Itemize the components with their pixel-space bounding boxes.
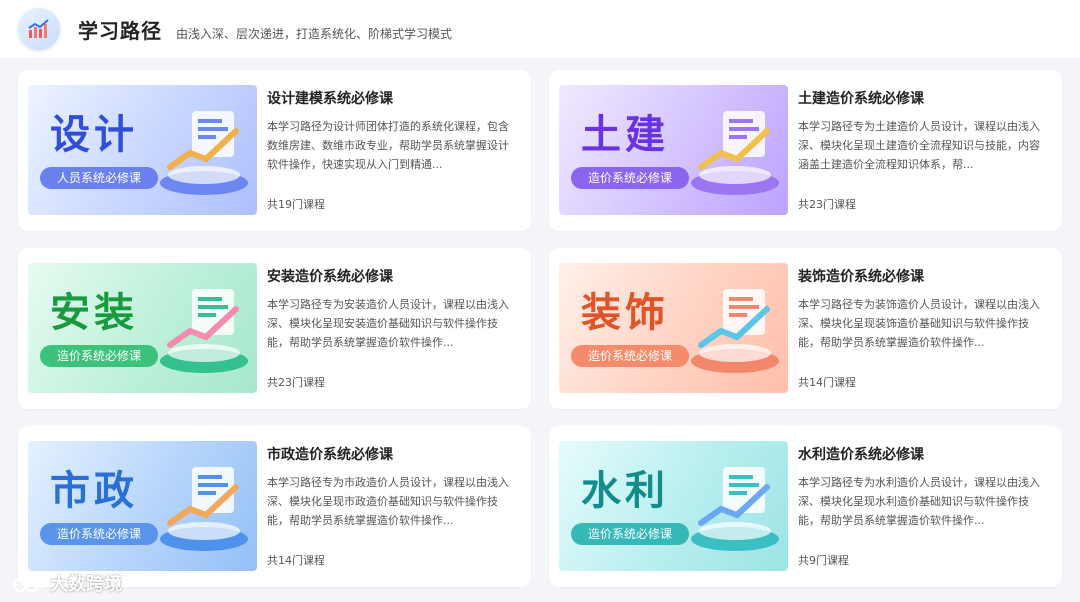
thumbnail-big-text: 设计 <box>50 112 138 158</box>
thumbnail-tag: 造价系统必修课 <box>40 345 158 367</box>
course-count: 共23门课程 <box>267 376 325 389</box>
chart-podium-icon <box>691 289 779 373</box>
course-count: 共14门课程 <box>798 376 856 389</box>
thumbnail-tag: 造价系统必修课 <box>571 523 689 545</box>
page-title: 学习路径 <box>78 19 162 43</box>
course-title[interactable]: 水利造价系统必修课 <box>798 444 924 464</box>
watermark-text: 大数跨境 <box>50 574 122 595</box>
course-title[interactable]: 装饰造价系统必修课 <box>798 266 924 286</box>
brand-logo-icon <box>13 578 44 592</box>
page-subtitle: 由浅入深、层次递进，打造系统化、阶梯式学习模式 <box>176 27 453 41</box>
thumbnail-big-text: 安装 <box>50 290 138 336</box>
course-card-water[interactable]: 水利 造价系统必修课 水利造价系统必修课 本学习路径专为水利造价人员设计，课程以… <box>549 426 1062 587</box>
course-card-municipal[interactable]: 市政 造价系统必修课 市政造价系统必修课 本学习路径专为市政造价人员设计，课程以… <box>18 426 531 587</box>
course-description: 本学习路径专为安装造价人员设计，课程以由浅入深、模块化呈现安装造价基础知识与软件… <box>267 298 509 349</box>
course-count: 共9门课程 <box>798 554 849 567</box>
course-count: 共19门课程 <box>267 198 325 211</box>
course-description: 本学习路径专为土建造价人员设计，课程以由浅入深、模块化呈现土建造价全流程知识与技… <box>798 120 1040 171</box>
course-card-design[interactable]: 设计 人员系统必修课 设计建模系统必修课 本学习路径为设计师团体打造的系统化课程… <box>18 70 531 231</box>
course-card-civil[interactable]: 土建 造价系统必修课 土建造价系统必修课 本学习路径专为土建造价人员设计，课程以… <box>549 70 1062 231</box>
page-header: 学习路径 由浅入深、层次递进，打造系统化、阶梯式学习模式 <box>0 0 1080 58</box>
course-title[interactable]: 市政造价系统必修课 <box>267 444 393 464</box>
thumbnail-tag: 人员系统必修课 <box>40 167 158 189</box>
course-description: 本学习路径专为市政造价人员设计，课程以由浅入深、模块化呈现市政造价基础知识与软件… <box>267 476 509 527</box>
course-thumbnail[interactable]: 装饰 造价系统必修课 <box>559 263 788 393</box>
thumbnail-big-text: 水利 <box>581 468 669 514</box>
course-thumbnail[interactable]: 市政 造价系统必修课 <box>28 441 257 571</box>
course-title[interactable]: 安装造价系统必修课 <box>267 266 393 286</box>
course-thumbnail[interactable]: 设计 人员系统必修课 <box>28 85 257 215</box>
chart-podium-icon <box>160 111 248 195</box>
chart-podium-icon <box>691 111 779 195</box>
thumbnail-big-text: 市政 <box>50 468 138 514</box>
course-title[interactable]: 设计建模系统必修课 <box>267 88 393 108</box>
course-count: 共23门课程 <box>798 198 856 211</box>
chart-podium-icon <box>691 467 779 551</box>
course-title[interactable]: 土建造价系统必修课 <box>798 88 924 108</box>
thumbnail-tag: 造价系统必修课 <box>571 345 689 367</box>
course-count: 共14门课程 <box>267 554 325 567</box>
thumbnail-tag: 造价系统必修课 <box>571 167 689 189</box>
chart-podium-icon <box>160 289 248 373</box>
watermark: 大数跨境 <box>12 570 122 596</box>
course-description: 本学习路径专为水利造价人员设计，课程以由浅入深、模块化呈现水利造价基础知识与软件… <box>798 476 1040 527</box>
thumbnail-big-text: 土建 <box>581 112 669 158</box>
course-card-installation[interactable]: 安装 造价系统必修课 安装造价系统必修课 本学习路径专为安装造价人员设计，课程以… <box>18 248 531 409</box>
course-thumbnail[interactable]: 土建 造价系统必修课 <box>559 85 788 215</box>
course-description: 本学习路径为设计师团体打造的系统化课程，包含数维房建、数维市政专业，帮助学员系统… <box>267 120 509 171</box>
course-description: 本学习路径专为装饰造价人员设计，课程以由浅入深、模块化呈现装饰造价基础知识与软件… <box>798 298 1040 349</box>
course-card-decoration[interactable]: 装饰 造价系统必修课 装饰造价系统必修课 本学习路径专为装饰造价人员设计，课程以… <box>549 248 1062 409</box>
chart-podium-icon <box>160 467 248 551</box>
learning-path-logo-icon <box>18 8 60 50</box>
thumbnail-big-text: 装饰 <box>581 290 669 336</box>
course-thumbnail[interactable]: 水利 造价系统必修课 <box>559 441 788 571</box>
course-thumbnail[interactable]: 安装 造价系统必修课 <box>28 263 257 393</box>
thumbnail-tag: 造价系统必修课 <box>40 523 158 545</box>
